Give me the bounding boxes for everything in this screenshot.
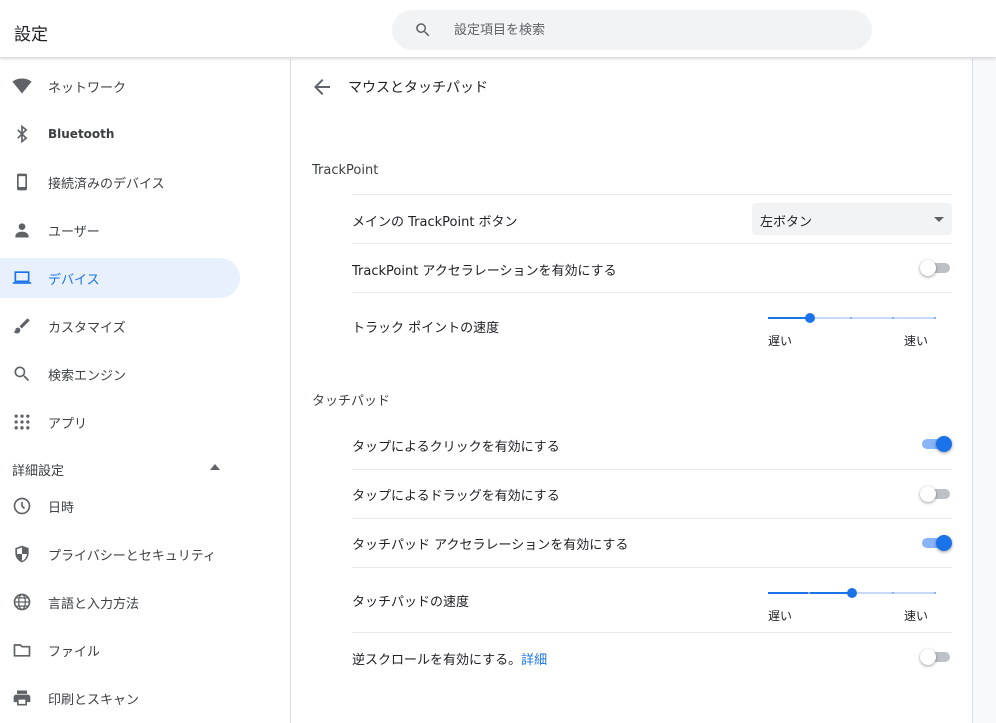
trackpoint-primary-button-select[interactable]: 左ボタン <box>752 203 952 235</box>
toggle-knob <box>936 535 952 551</box>
printer-icon <box>12 688 32 708</box>
toggle-knob <box>920 260 936 276</box>
back-arrow-icon[interactable] <box>310 75 334 99</box>
page-title: マウスとタッチパッド <box>348 80 488 96</box>
tap-to-click-toggle[interactable] <box>920 434 952 454</box>
slider-fill <box>768 317 810 319</box>
sidebar-item-users[interactable]: ユーザー <box>0 210 240 250</box>
learn-more-link[interactable]: 詳細 <box>521 653 547 668</box>
slider-fill <box>768 592 852 594</box>
dropdown-value: 左ボタン <box>760 215 813 230</box>
toggle-knob <box>920 649 936 665</box>
sidebar-item-label: カスタマイズ <box>48 320 126 336</box>
slider-tick <box>850 317 852 319</box>
sidebar-item-search-engine[interactable]: 検索エンジン <box>0 354 240 394</box>
divider <box>352 518 952 519</box>
slider-max-label: 速い <box>903 334 928 348</box>
reverse-scroll-toggle[interactable] <box>920 647 952 667</box>
toggle-knob <box>936 436 952 452</box>
phone-icon <box>12 172 32 192</box>
dropdown-arrow-icon <box>934 217 944 222</box>
section-title-touchpad: タッチパッド <box>312 394 391 409</box>
divider <box>352 243 952 244</box>
sidebar-item-label: Bluetooth <box>48 127 115 141</box>
sidebar-item-label: デバイス <box>48 272 100 288</box>
top-bar: 設定 <box>0 0 996 58</box>
settings-card: マウスとタッチパッド TrackPoint メインの TrackPoint ボタ… <box>292 59 973 723</box>
globe-icon <box>12 592 32 612</box>
slider-min-label: 遅い <box>768 609 793 623</box>
reverse-scroll-text: 逆スクロールを有効にする。 <box>352 653 522 668</box>
trackpoint-speed-slider[interactable]: 遅い 速い <box>768 310 936 350</box>
bluetooth-icon <box>12 124 32 144</box>
person-icon <box>12 220 32 240</box>
tap-drag-toggle[interactable] <box>920 484 952 504</box>
tap-drag-label: タップによるドラッグを有効にする <box>352 489 560 504</box>
trackpoint-speed-label: トラック ポイントの速度 <box>352 321 500 336</box>
clock-icon <box>12 496 32 516</box>
sidebar-item-device[interactable]: デバイス <box>0 258 240 298</box>
sidebar-item-apps[interactable]: アプリ <box>0 402 240 442</box>
touchpad-speed-label: タッチパッドの速度 <box>352 595 470 610</box>
advanced-settings-toggle[interactable]: 詳細設定 <box>0 450 240 486</box>
sidebar-item-date-time[interactable]: 日時 <box>0 486 240 526</box>
search-icon <box>416 23 430 37</box>
touchpad-acceleration-toggle[interactable] <box>920 533 952 553</box>
trackpoint-acceleration-label: TrackPoint アクセラレーションを有効にする <box>352 264 617 279</box>
reverse-scroll-label: 逆スクロールを有効にする。詳細 <box>352 649 547 668</box>
sidebar-item-bluetooth[interactable]: Bluetooth <box>0 114 240 154</box>
divider <box>352 194 952 195</box>
sidebar-item-languages[interactable]: 言語と入力方法 <box>0 582 240 622</box>
sidebar-item-printing[interactable]: 印刷とスキャン <box>0 678 240 718</box>
sidebar-item-label: アプリ <box>48 416 88 432</box>
sidebar-item-label: 言語と入力方法 <box>48 596 140 612</box>
divider <box>352 632 952 633</box>
slider-tick <box>934 317 936 319</box>
search-box[interactable] <box>392 10 872 50</box>
app-title: 設定 <box>14 25 48 45</box>
sidebar-item-privacy-security[interactable]: プライバシーとセキュリティ <box>0 534 240 574</box>
slider-thumb[interactable] <box>805 313 815 323</box>
divider <box>352 469 952 470</box>
trackpoint-acceleration-toggle[interactable] <box>920 258 952 278</box>
sidebar-item-label: ファイル <box>48 644 101 660</box>
sidebar-item-label: 印刷とスキャン <box>48 692 140 708</box>
sidebar-item-label: 日時 <box>48 500 75 516</box>
brush-icon <box>12 316 32 336</box>
laptop-icon <box>12 268 32 288</box>
apps-grid-icon <box>12 412 32 432</box>
slider-tick <box>892 317 894 319</box>
search-icon <box>12 364 32 384</box>
toggle-knob <box>920 486 936 502</box>
trackpoint-primary-button-label: メインの TrackPoint ボタン <box>352 215 518 230</box>
wifi-icon <box>12 76 32 96</box>
slider-max-label: 速い <box>903 609 928 623</box>
slider-tick <box>808 592 810 594</box>
sidebar-item-label: 検索エンジン <box>48 368 127 384</box>
search-input[interactable] <box>454 10 854 50</box>
sidebar-item-label: ネットワーク <box>48 80 127 96</box>
divider <box>352 292 952 293</box>
sidebar-item-label: プライバシーとセキュリティ <box>48 548 216 564</box>
slider-tick <box>892 592 894 594</box>
shield-icon <box>12 544 32 564</box>
sidebar-item-network[interactable]: ネットワーク <box>0 66 240 106</box>
sidebar-item-files[interactable]: ファイル <box>0 630 240 670</box>
slider-min-label: 遅い <box>768 334 793 348</box>
advanced-settings-label: 詳細設定 <box>12 464 65 479</box>
touchpad-acceleration-label: タッチパッド アクセラレーションを有効にする <box>352 538 629 553</box>
touchpad-speed-slider[interactable]: 遅い 速い <box>768 585 936 625</box>
sidebar: ネットワーク Bluetooth 接続済みのデバイス ユーザー デバイス カスタ… <box>0 59 291 723</box>
caret-up-icon <box>210 464 220 470</box>
tap-to-click-label: タップによるクリックを有効にする <box>352 440 560 455</box>
slider-tick <box>934 592 936 594</box>
section-title-trackpoint: TrackPoint <box>312 163 379 178</box>
sidebar-item-label: ユーザー <box>48 224 100 240</box>
sidebar-item-label: 接続済みのデバイス <box>48 176 165 192</box>
sidebar-item-personalization[interactable]: カスタマイズ <box>0 306 240 346</box>
folder-icon <box>12 640 32 660</box>
divider <box>352 567 952 568</box>
sidebar-item-connected-devices[interactable]: 接続済みのデバイス <box>0 162 240 202</box>
slider-thumb[interactable] <box>847 588 857 598</box>
